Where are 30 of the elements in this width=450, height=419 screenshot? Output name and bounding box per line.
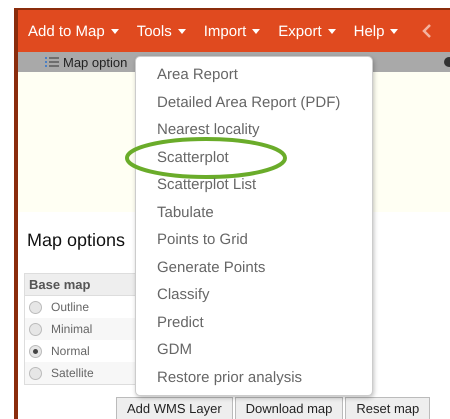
menu-option[interactable]: Detailed Area Report (PDF) (136, 88, 372, 116)
menu-item[interactable]: Add to Map (28, 22, 119, 40)
radio-button[interactable] (29, 300, 42, 314)
radio-label: Minimal (51, 322, 92, 336)
radio-button[interactable] (29, 322, 42, 336)
menu-item[interactable]: Import (204, 22, 260, 40)
menu-option[interactable]: Restore prior analysis (136, 364, 372, 391)
map-options-button[interactable]: Map option (45, 54, 128, 70)
menu-option[interactable]: Nearest locality (136, 116, 372, 144)
list-icon (45, 56, 59, 68)
panel-title: Map options (27, 230, 126, 251)
menu-option[interactable]: Tabulate (136, 198, 372, 226)
menu-option[interactable]: Points to Grid (136, 226, 372, 254)
toolbar-button[interactable]: Reset map (345, 397, 430, 419)
toolbar-button[interactable]: Download map (234, 397, 344, 419)
menu-option[interactable]: Scatterplot List (136, 171, 372, 198)
toolbar-button[interactable]: Add WMS Layer (116, 397, 233, 419)
radio-label: Normal (51, 344, 90, 358)
menu-option[interactable]: GDM (136, 336, 372, 364)
menu-item[interactable]: Tools (136, 22, 186, 40)
menu-option[interactable]: Area Report (136, 61, 372, 88)
radio-button[interactable] (29, 344, 42, 358)
radio-button[interactable] (29, 366, 42, 380)
menu-item[interactable]: Export (278, 22, 336, 40)
menu-option[interactable]: Scatterplot (136, 144, 372, 171)
radio-label: Outline (51, 300, 90, 314)
menu-option[interactable]: Predict (136, 308, 372, 336)
radio-label: Satellite (51, 366, 94, 380)
chevron-icon[interactable] (422, 24, 432, 38)
menu-item[interactable]: Help (354, 22, 398, 40)
